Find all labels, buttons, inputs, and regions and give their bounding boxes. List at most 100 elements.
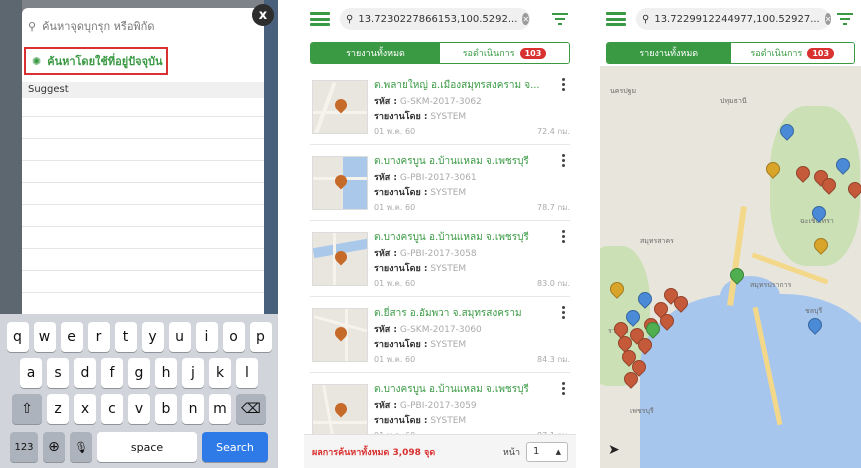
microphone-key[interactable]: 🎙 bbox=[70, 432, 92, 462]
map-thumbnail bbox=[312, 156, 368, 210]
key-e[interactable]: e bbox=[60, 322, 83, 352]
key-l[interactable]: l bbox=[236, 358, 258, 388]
page-select[interactable]: 1 ▲ bbox=[526, 441, 568, 462]
filter-icon[interactable] bbox=[837, 13, 853, 25]
key-j[interactable]: j bbox=[182, 358, 204, 388]
item-distance: 78.7 กม. bbox=[536, 203, 570, 212]
item-date: 01 พ.ค. 60 bbox=[374, 279, 416, 288]
item-distance: 83.0 กม. bbox=[536, 279, 570, 288]
use-current-location-button[interactable]: ✺ ค้นหาโดยใช้ที่อยู่ปัจจุบัน bbox=[24, 47, 168, 75]
key-f[interactable]: f bbox=[101, 358, 123, 388]
divider bbox=[22, 292, 264, 293]
key-k[interactable]: k bbox=[209, 358, 231, 388]
space-key[interactable]: space bbox=[97, 432, 197, 462]
key-y[interactable]: y bbox=[141, 322, 164, 352]
key-w[interactable]: w bbox=[33, 322, 56, 352]
tab-all-reports[interactable]: รายงานทั้งหมด bbox=[607, 43, 731, 63]
item-reporter-value: SYSTEM bbox=[430, 188, 467, 198]
coordinate-search-text: 13.7230227866153,100.5292... bbox=[358, 13, 518, 25]
key-h[interactable]: h bbox=[155, 358, 177, 388]
key-n[interactable]: n bbox=[182, 394, 204, 424]
menu-icon[interactable] bbox=[606, 12, 626, 26]
key-a[interactable]: a bbox=[20, 358, 42, 388]
key-m[interactable]: m bbox=[209, 394, 231, 424]
map-view[interactable]: นครปฐม สมุทรสาคร สมุทรปราการ ราชบุรี เพช… bbox=[600, 66, 861, 468]
code-label: รหัส : bbox=[374, 173, 397, 183]
item-title: ต.บางครบูน อ.บ้านแหลม จ.เพชรบุรี bbox=[374, 156, 529, 167]
key-o[interactable]: o bbox=[222, 322, 245, 352]
item-date: 01 พ.ค. 60 bbox=[374, 355, 416, 364]
key-d[interactable]: d bbox=[74, 358, 96, 388]
close-button[interactable]: x bbox=[252, 4, 274, 26]
clear-icon[interactable]: ✕ bbox=[824, 13, 832, 25]
list-item[interactable]: ต.บางครบูน อ.บ้านแหลม จ.เพชรบุรีรหัส : G… bbox=[310, 148, 572, 218]
report-tabs: รายงานทั้งหมด รอดำเนินการ 103 bbox=[310, 42, 570, 64]
caret-up-icon: ▲ bbox=[555, 447, 561, 456]
code-label: รหัส : bbox=[374, 325, 397, 335]
key-s[interactable]: s bbox=[47, 358, 69, 388]
search-sheet: ⚲ ค้นหาจุดบุกรุก หรือพิกัด x ✺ ค้นหาโดยใ… bbox=[22, 4, 274, 314]
divider bbox=[22, 160, 264, 161]
map-thumbnail bbox=[312, 232, 368, 286]
page-value: 1 bbox=[533, 446, 540, 457]
tab-pending[interactable]: รอดำเนินการ 103 bbox=[730, 43, 854, 63]
item-code: รหัส : G-PBI-2017-3058 bbox=[374, 246, 477, 260]
divider bbox=[22, 248, 264, 249]
report-map-screen: ⚲ 13.7229912244977,100.52927... ✕ รายงาน… bbox=[600, 0, 861, 468]
reporter-label: รายงานโดย : bbox=[374, 416, 428, 426]
report-list-screen: ⚲ 13.7230227866153,100.5292... ✕ รายงานท… bbox=[304, 0, 576, 468]
map-label: สมุทรปราการ bbox=[750, 281, 792, 289]
item-reporter-value: SYSTEM bbox=[430, 340, 467, 350]
list-divider bbox=[310, 220, 570, 221]
keyboard-row-3-letters: zxcvbnm bbox=[47, 394, 231, 424]
clear-icon[interactable]: ✕ bbox=[522, 13, 530, 25]
reporter-label: รายงานโดย : bbox=[374, 264, 428, 274]
key-i[interactable]: i bbox=[195, 322, 218, 352]
navigation-arrow-icon[interactable]: ➤ bbox=[608, 442, 620, 458]
key-p[interactable]: p bbox=[249, 322, 272, 352]
globe-key[interactable]: ⊕ bbox=[43, 432, 65, 462]
tab-pending[interactable]: รอดำเนินการ 103 bbox=[440, 43, 569, 63]
key-c[interactable]: c bbox=[101, 394, 123, 424]
keyboard-row-2: asdfghjkl bbox=[0, 358, 278, 388]
tab-label: รายงานทั้งหมด bbox=[639, 49, 699, 59]
item-code-value: G-PBI-2017-3061 bbox=[399, 173, 477, 183]
item-reporter: รายงานโดย : SYSTEM bbox=[374, 109, 466, 123]
list-item[interactable]: ต.ยี่สาร อ.อัมพวา จ.สมุทรสงคราม รหัส : G-… bbox=[310, 300, 572, 370]
menu-icon[interactable] bbox=[310, 12, 330, 26]
coordinate-search-field[interactable]: ⚲ 13.7229912244977,100.52927... ✕ bbox=[636, 8, 832, 30]
more-options-icon[interactable] bbox=[562, 306, 566, 319]
more-options-icon[interactable] bbox=[562, 382, 566, 395]
key-r[interactable]: r bbox=[87, 322, 110, 352]
key-q[interactable]: q bbox=[6, 322, 29, 352]
more-options-icon[interactable] bbox=[562, 154, 566, 167]
key-z[interactable]: z bbox=[47, 394, 69, 424]
key-t[interactable]: t bbox=[114, 322, 137, 352]
numbers-key[interactable]: 123 bbox=[10, 432, 38, 462]
key-g[interactable]: g bbox=[128, 358, 150, 388]
code-label: รหัส : bbox=[374, 97, 397, 107]
item-code-value: G-PBI-2017-3058 bbox=[399, 249, 477, 259]
coordinate-search-field[interactable]: ⚲ 13.7230227866153,100.5292... ✕ bbox=[340, 8, 530, 30]
map-thumbnail bbox=[312, 384, 368, 438]
more-options-icon[interactable] bbox=[562, 230, 566, 243]
map-label: นครปฐม bbox=[610, 87, 637, 95]
shift-key[interactable]: ⇧ bbox=[12, 394, 42, 424]
top-bar: ⚲ 13.7230227866153,100.5292... ✕ bbox=[304, 0, 576, 38]
backspace-key[interactable]: ⌫ bbox=[236, 394, 266, 424]
list-item[interactable]: ต.พลายใหญ่ อ.เมืองสมุทรสงคราม จ... รหัส :… bbox=[310, 72, 572, 142]
search-key[interactable]: Search bbox=[202, 432, 268, 462]
search-field[interactable]: ⚲ ค้นหาจุดบุกรุก หรือพิกัด bbox=[28, 14, 244, 38]
item-reporter: รายงานโดย : SYSTEM bbox=[374, 413, 466, 427]
top-bar: ⚲ 13.7229912244977,100.52927... ✕ bbox=[600, 0, 861, 38]
key-b[interactable]: b bbox=[155, 394, 177, 424]
tab-all-reports[interactable]: รายงานทั้งหมด bbox=[311, 43, 440, 63]
filter-icon[interactable] bbox=[552, 13, 568, 25]
key-v[interactable]: v bbox=[128, 394, 150, 424]
list-item[interactable]: ต.บางครบูน อ.บ้านแหลม จ.เพชรบุรี รหัส : G… bbox=[310, 224, 572, 294]
item-reporter: รายงานโดย : SYSTEM bbox=[374, 337, 466, 351]
key-u[interactable]: u bbox=[168, 322, 191, 352]
more-options-icon[interactable] bbox=[562, 78, 566, 91]
search-icon: ⚲ bbox=[346, 13, 354, 25]
key-x[interactable]: x bbox=[74, 394, 96, 424]
